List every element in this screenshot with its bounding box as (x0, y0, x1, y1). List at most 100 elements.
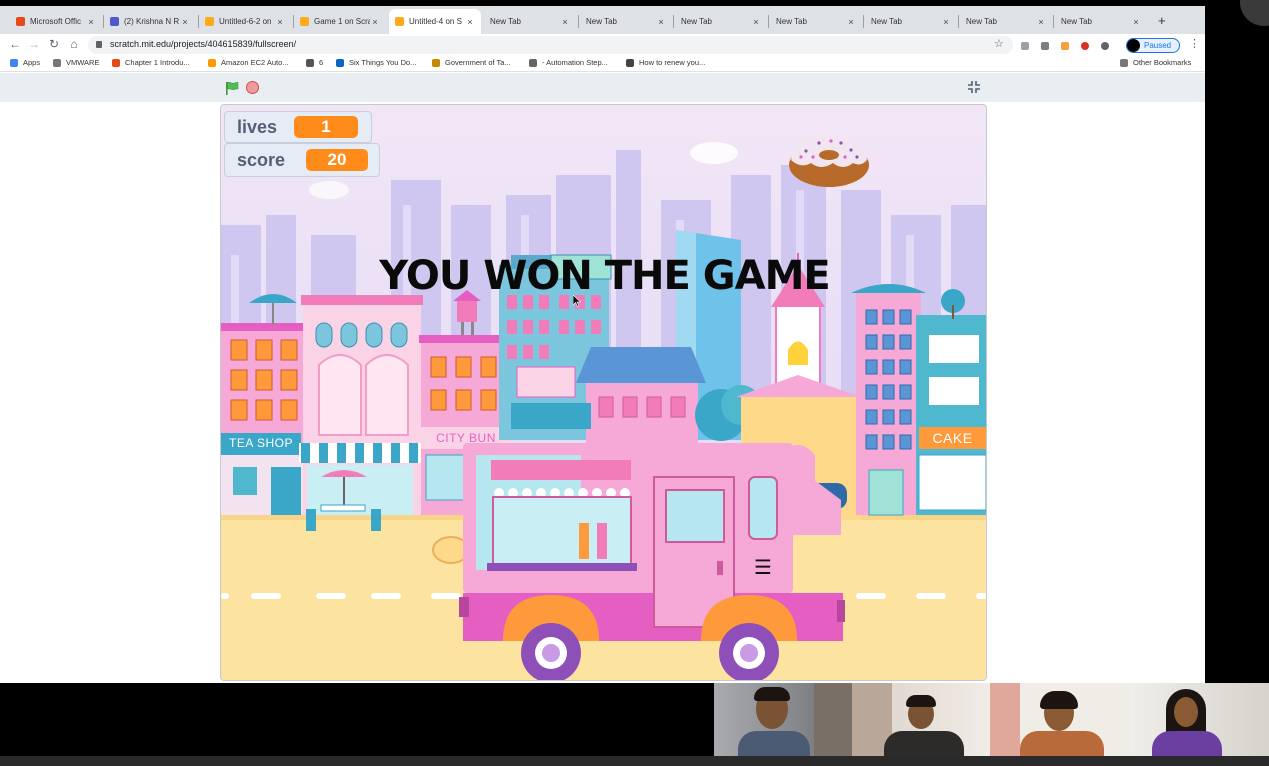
monitor-label: score (237, 149, 286, 170)
tab-close-icon[interactable]: × (656, 17, 666, 27)
tab-label: New Tab (490, 17, 521, 26)
tab-close-icon[interactable]: × (751, 17, 761, 27)
extension-icon[interactable] (1101, 42, 1109, 50)
extension-icon[interactable] (1061, 42, 1069, 50)
bookmark-label: Amazon EC2 Auto... (221, 58, 289, 67)
green-flag-icon[interactable] (225, 81, 239, 95)
forward-button[interactable]: → (27, 37, 41, 51)
profile-button[interactable]: Paused (1126, 38, 1180, 53)
folder-icon (53, 58, 61, 67)
exit-fullscreen-icon[interactable] (967, 80, 981, 94)
tab-label: New Tab (681, 17, 712, 26)
tab-label: (2) Krishna N R (124, 17, 180, 26)
bookmark-label: - Automation Step... (542, 58, 608, 67)
bookmark[interactable]: Amazon EC2 Auto... (208, 58, 289, 67)
lock-icon[interactable] (96, 41, 102, 48)
tab-favicon-icon (300, 17, 309, 26)
screen: Microsoft Offic × (2) Krishna N R × Unti… (0, 0, 1269, 766)
tab-label: New Tab (1061, 17, 1092, 26)
bookmark-label: Government of Ta... (445, 58, 511, 67)
tab[interactable]: New Tab × (580, 9, 672, 34)
tab-separator (1053, 15, 1054, 28)
participant-video[interactable] (852, 683, 990, 756)
bookmark[interactable]: 6 (306, 58, 323, 67)
participant-video[interactable] (990, 683, 1130, 756)
triangle-icon (529, 58, 537, 67)
score-monitor: score 20 (224, 143, 380, 177)
tab[interactable]: (2) Krishna N R × (104, 9, 196, 34)
tab[interactable]: New Tab × (960, 9, 1052, 34)
globe-icon (306, 58, 314, 67)
tab-strip: Microsoft Offic × (2) Krishna N R × Unti… (0, 6, 1205, 34)
office-icon (112, 58, 120, 67)
emblem-icon (432, 58, 440, 67)
call-control-button[interactable] (1240, 0, 1269, 26)
tab-close-icon[interactable]: × (560, 17, 570, 27)
tab-close-icon[interactable]: × (86, 17, 96, 27)
tab-separator (673, 15, 674, 28)
tab-close-icon[interactable]: × (1131, 17, 1141, 27)
scratch-stage[interactable]: TEA SHOP CITY BUN CAKE ☰ lives 1 score 2… (220, 104, 987, 681)
folder-icon (1120, 58, 1128, 67)
new-tab-button[interactable]: + (1158, 13, 1166, 28)
tab[interactable]: New Tab × (675, 9, 767, 34)
bookmark[interactable]: Chapter 1 Introdu... (112, 58, 190, 67)
page-icon (626, 58, 634, 67)
extension-icon[interactable] (1041, 42, 1049, 50)
tab-label: New Tab (871, 17, 902, 26)
bookmark-folder[interactable]: VMWARE (53, 58, 99, 67)
bookmarks-bar: Apps VMWARE Chapter 1 Introdu... Amazon … (0, 56, 1205, 72)
tab-close-icon[interactable]: × (465, 17, 475, 27)
tab-close-icon[interactable]: × (846, 17, 856, 27)
other-bookmarks[interactable]: Other Bookmarks (1120, 58, 1191, 67)
participant-video[interactable] (1130, 683, 1269, 756)
stop-button[interactable] (246, 81, 259, 94)
tab-separator (863, 15, 864, 28)
tab[interactable]: Microsoft Offic × (10, 9, 102, 34)
tab[interactable]: Game 1 on Scra × (294, 9, 386, 34)
bookmark-label: Six Things You Do... (349, 58, 417, 67)
mouse-cursor-icon (573, 295, 581, 307)
profile-status: Paused (1144, 41, 1172, 50)
address-bar[interactable]: scratch.mit.edu/projects/404615839/fulls… (88, 36, 1013, 54)
monitor-label: lives (237, 116, 278, 137)
tab-label: New Tab (586, 17, 617, 26)
adblock-extension-icon[interactable] (1081, 42, 1089, 50)
tab-favicon-icon (110, 17, 119, 26)
participant-video[interactable] (714, 683, 852, 756)
tab-active[interactable]: Untitled-4 on S × (389, 9, 481, 34)
tab-favicon-icon (395, 17, 404, 26)
aws-icon (208, 58, 216, 67)
bookmark[interactable]: How to renew you... (626, 58, 705, 67)
tab-close-icon[interactable]: × (180, 17, 190, 27)
tab-close-icon[interactable]: × (1036, 17, 1046, 27)
bookmark[interactable]: Government of Ta... (432, 58, 511, 67)
tab-label: Untitled-6-2 on (219, 17, 272, 26)
city-bun-sign: CITY BUN (436, 431, 496, 445)
tab[interactable]: New Tab × (1055, 9, 1147, 34)
tab[interactable]: New Tab × (865, 9, 957, 34)
extension-icon[interactable] (1021, 42, 1029, 50)
tab-close-icon[interactable]: × (941, 17, 951, 27)
cake-sign: CAKE (932, 430, 973, 446)
bookmark-apps[interactable]: Apps (10, 58, 40, 67)
win-message: YOU WON THE GAME (379, 253, 830, 299)
home-button[interactable]: ⌂ (67, 37, 81, 51)
browser-menu-icon[interactable]: ⋮ (1189, 37, 1200, 50)
tab-close-icon[interactable]: × (370, 17, 380, 27)
bookmark-star-icon[interactable]: ☆ (994, 37, 1004, 50)
tab[interactable]: Untitled-6-2 on × (199, 9, 291, 34)
url-text[interactable]: scratch.mit.edu/projects/404615839/fulls… (110, 39, 296, 49)
back-button[interactable]: ← (8, 37, 22, 51)
bookmark-label: Apps (23, 58, 41, 67)
tab[interactable]: New Tab × (484, 9, 576, 34)
tab-separator (578, 15, 579, 28)
tab-label: New Tab (776, 17, 807, 26)
tab[interactable]: New Tab × (770, 9, 862, 34)
tab-separator (958, 15, 959, 28)
tab-close-icon[interactable]: × (275, 17, 285, 27)
bookmark[interactable]: - Automation Step... (529, 58, 608, 67)
browser-window: Microsoft Offic × (2) Krishna N R × Unti… (0, 6, 1205, 683)
reload-button[interactable]: ↻ (47, 37, 61, 51)
bookmark[interactable]: Six Things You Do... (336, 58, 416, 67)
